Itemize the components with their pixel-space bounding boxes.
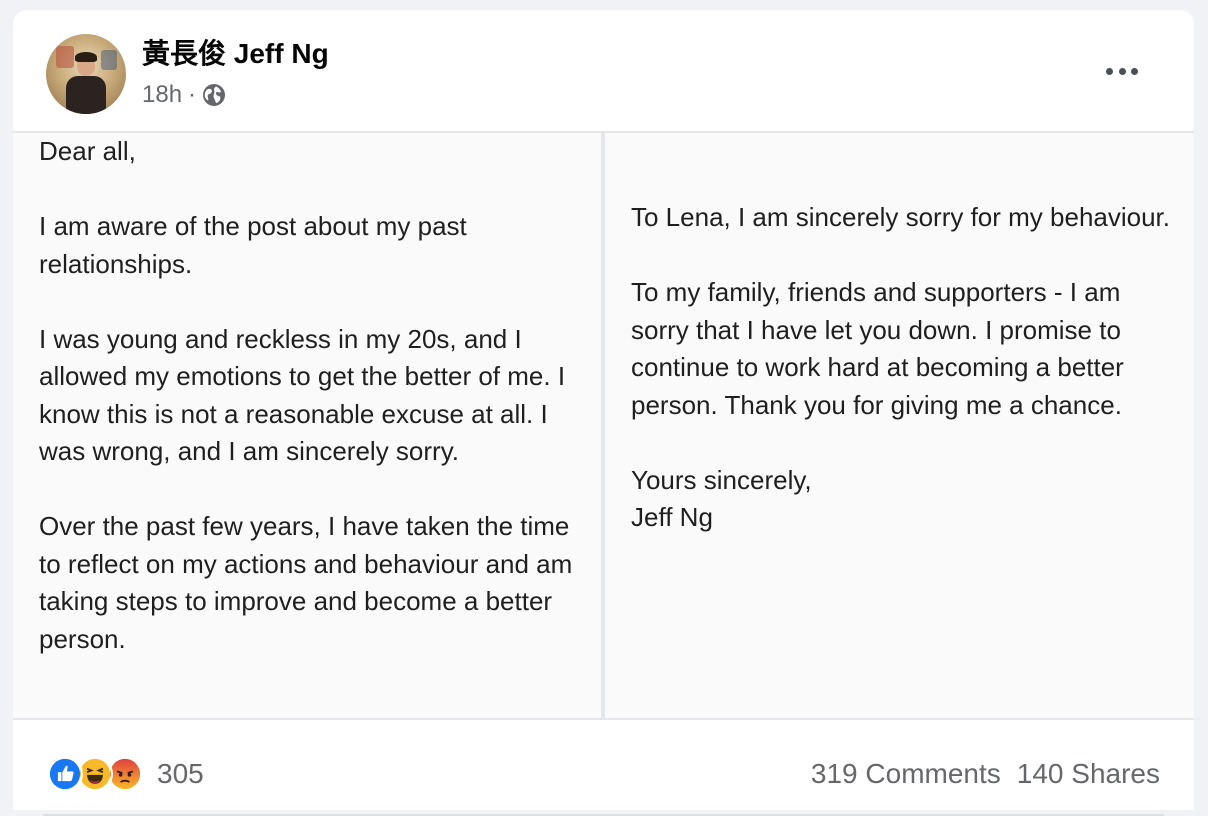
meta-separator: · xyxy=(188,81,197,108)
engagement-stats: 319 Comments 140 Shares xyxy=(811,756,1160,792)
post-timestamp[interactable]: 18h xyxy=(142,80,182,110)
comments-count-link[interactable]: 319 Comments xyxy=(811,756,1001,792)
statement-left-panel: Dear all, I am aware of the post about m… xyxy=(13,133,601,718)
author-avatar[interactable] xyxy=(46,34,126,114)
post-meta: 18h · xyxy=(142,80,226,110)
globe-icon[interactable] xyxy=(202,83,226,107)
shares-count-link[interactable]: 140 Shares xyxy=(1017,756,1160,792)
author-name[interactable]: 黃長俊 Jeff Ng xyxy=(142,36,329,72)
post-header: 黃長俊 Jeff Ng 18h · xyxy=(13,10,1194,131)
reactions-summary[interactable]: 305 xyxy=(47,756,204,792)
post-image[interactable]: Dear all, I am aware of the post about m… xyxy=(13,131,1194,720)
statement-left-text: Dear all, I am aware of the post about m… xyxy=(39,136,573,654)
post-footer: 305 319 Comments 140 Shares xyxy=(13,722,1194,816)
like-icon xyxy=(47,756,83,792)
statement-right-text: To Lena, I am sincerely sorry for my beh… xyxy=(631,202,1171,532)
reaction-count: 305 xyxy=(157,758,204,789)
statement-right-panel: To Lena, I am sincerely sorry for my beh… xyxy=(605,133,1194,718)
post-card: 黃長俊 Jeff Ng 18h · Dear all, I am aware o… xyxy=(13,10,1194,816)
more-options-icon[interactable] xyxy=(1102,58,1142,84)
